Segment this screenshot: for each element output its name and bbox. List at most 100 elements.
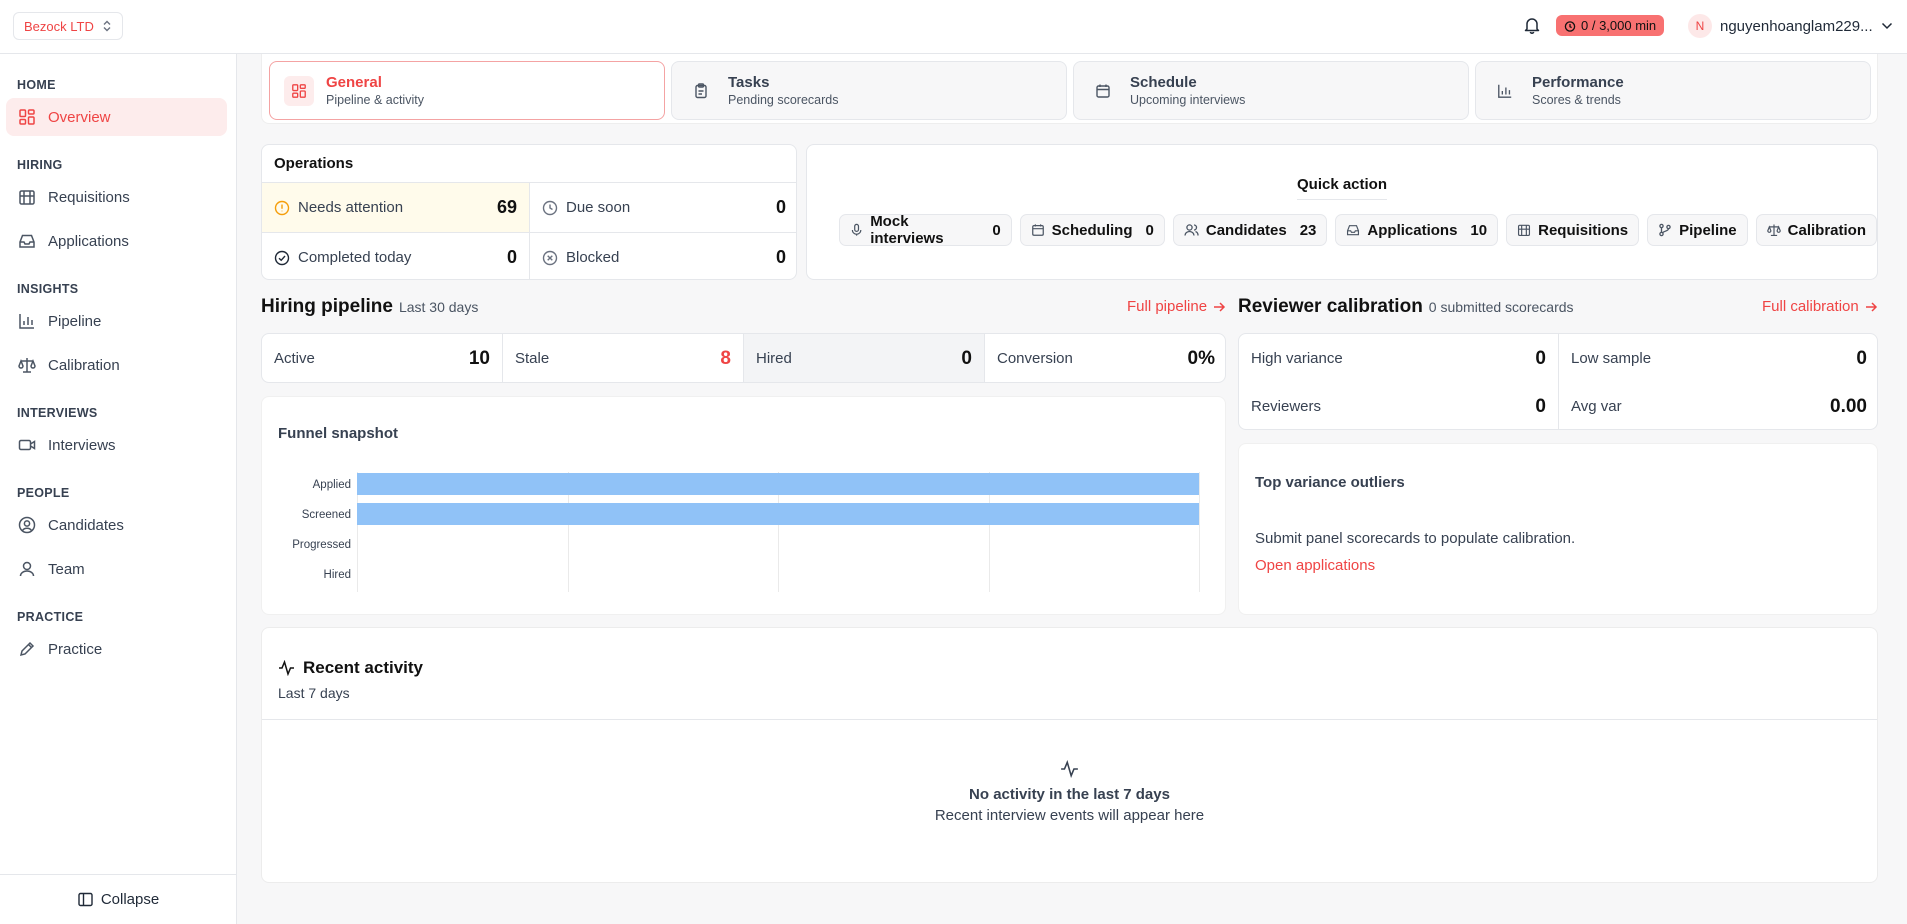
stat-label: Hired [756,350,792,367]
sidebar-item-label: Overview [48,108,111,126]
bar-chart-icon [19,314,34,329]
sidebar-item-team[interactable]: Team [6,550,227,588]
sidebar-item-label: Candidates [48,516,124,534]
sidebar-item-label: Team [48,560,85,578]
conversion-stat[interactable]: Conversion 0% [985,334,1225,382]
section-interviews: INTERVIEWS [17,406,98,420]
sidebar-item-applications[interactable]: Applications [6,222,227,260]
inbox-icon [19,234,35,248]
sidebar-item-label: Applications [48,232,129,250]
sidebar-item-candidates[interactable]: Candidates [6,506,227,544]
scale-icon [1766,224,1781,237]
button-count: 23 [1299,221,1317,239]
tab-performance[interactable]: Performance Scores & trends [1475,61,1871,120]
full-calibration-link[interactable]: Full calibration [1762,298,1878,315]
applications-button[interactable]: Applications 10 [1335,214,1499,246]
stat-value: 0 [1856,347,1867,369]
username: nguyenhoanglam229... [1720,17,1873,35]
stat-value: 0 [961,347,972,369]
hired-stat[interactable]: Hired 0 [744,334,985,382]
sidebar-item-interviews[interactable]: Interviews [6,426,227,464]
button-count: 0 [992,221,1001,239]
org-switcher[interactable]: Bezock LTD [13,12,123,40]
stat-label: Avg var [1571,398,1622,415]
variance-outliers-card: Top variance outliers Submit panel score… [1238,443,1878,615]
mock-interviews-button[interactable]: Mock interviews 0 [839,213,1012,247]
collapse-label: Collapse [100,891,160,908]
requisitions-button[interactable]: Requisitions [1506,214,1640,246]
activity-icon [1061,760,1078,778]
outliers-title: Top variance outliers [1255,474,1405,491]
sidebar-item-practice[interactable]: Practice [6,630,227,668]
open-applications-link[interactable]: Open applications [1255,557,1375,574]
reviewers-stat[interactable]: Reviewers 0 [1239,382,1558,429]
button-count: 0 [1145,221,1154,239]
button-label: Scheduling [1051,221,1133,239]
building-icon [19,190,35,205]
avg-var-stat[interactable]: Avg var 0.00 [1559,382,1877,429]
sidebar-item-overview[interactable]: Overview [6,98,227,136]
tab-general[interactable]: General Pipeline & activity [269,61,665,120]
stat-label: Stale [515,350,550,367]
sidebar-toggle-icon [78,892,93,907]
stat-value: 0 [1535,347,1546,369]
arrow-right-icon [1865,301,1877,312]
user-menu[interactable]: N nguyenhoanglam229... [1688,14,1893,38]
high-variance-stat[interactable]: High variance 0 [1239,334,1558,383]
calendar-icon [1088,76,1118,106]
microphone-icon [851,223,862,236]
tab-schedule[interactable]: Schedule Upcoming interviews [1073,61,1469,120]
needs-attention-stat[interactable]: Needs attention 69 [262,183,529,232]
chart-bar[interactable] [357,503,1199,525]
notifications-bell-icon[interactable] [1524,16,1540,34]
section-hiring: HIRING [17,158,63,172]
blocked-stat[interactable]: Blocked 0 [530,233,796,279]
section-practice: PRACTICE [17,610,84,624]
reviewer-calibration-heading: Reviewer calibration 0 submitted scorecar… [1238,296,1574,318]
minutes-usage-badge[interactable]: 0 / 3,000 min [1556,15,1665,36]
stale-stat[interactable]: Stale 8 [503,334,744,382]
sidebar-item-calibration[interactable]: Calibration [6,346,227,384]
stat-label: Conversion [997,350,1073,367]
hiring-pipeline-heading: Hiring pipeline Last 30 days [261,296,478,318]
video-icon [18,439,36,451]
chart-bar[interactable] [357,473,1199,495]
reviewer-calibration-title: Reviewer calibration [1238,296,1423,317]
candidates-button[interactable]: Candidates 23 [1172,214,1328,246]
stat-label: Completed today [298,249,412,266]
full-pipeline-link[interactable]: Full pipeline [1127,298,1226,315]
avatar: N [1688,14,1712,38]
calibration-button[interactable]: Calibration [1755,214,1877,246]
activity-icon [279,660,294,676]
tab-title: Tasks [728,74,770,91]
sidebar-item-label: Pipeline [48,312,102,330]
sidebar-item-label: Requisitions [48,188,130,206]
funnel-snapshot-card: Funnel snapshot Applied Screened Progresse… [261,396,1226,615]
tab-title: Schedule [1130,74,1197,91]
sidebar-item-requisitions[interactable]: Requisitions [6,178,227,216]
scheduling-button[interactable]: Scheduling 0 [1019,214,1165,246]
sidebar-item-pipeline[interactable]: Pipeline [6,302,227,340]
completed-today-stat[interactable]: Completed today 0 [262,233,529,279]
stat-value: 0 [775,247,786,267]
stat-label: Due soon [566,199,631,216]
due-soon-stat[interactable]: Due soon 0 [530,183,796,232]
low-sample-stat[interactable]: Low sample 0 [1559,334,1877,383]
stat-value: 0% [1187,347,1215,369]
tab-subtitle: Pending scorecards [728,93,839,107]
collapse-button[interactable]: Collapse [0,874,237,924]
section-home: HOME [17,78,56,92]
recent-activity-title: Recent activity [303,658,423,677]
stat-label: Reviewers [1251,398,1322,415]
bar-chart-icon [1490,76,1520,106]
git-branch-icon [1659,223,1671,237]
clock-icon [542,200,558,215]
link-label: Full calibration [1762,298,1859,315]
chart-category-label: Hired [323,569,351,581]
sidebar-item-label: Calibration [48,356,120,374]
tab-tasks[interactable]: Tasks Pending scorecards [671,61,1067,120]
tab-subtitle: Pipeline & activity [326,93,424,107]
active-stat[interactable]: Active 10 [262,334,503,382]
pipeline-button[interactable]: Pipeline [1647,214,1748,246]
users-icon [1184,224,1199,236]
